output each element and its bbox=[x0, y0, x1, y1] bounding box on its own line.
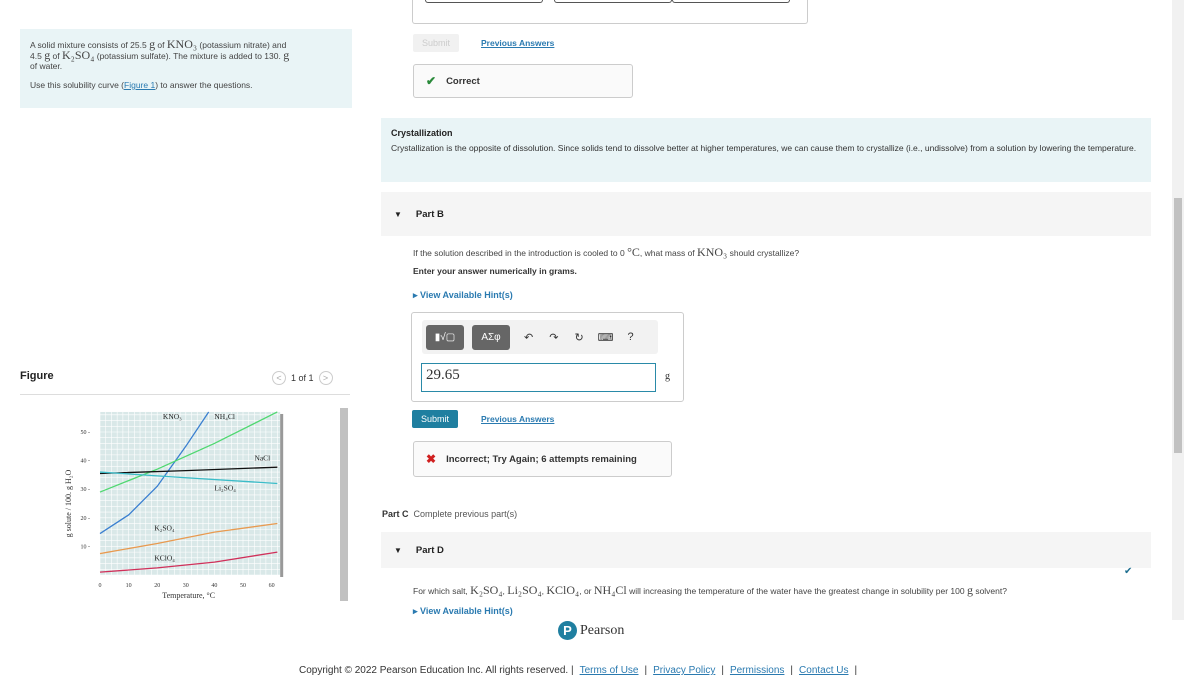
reset-icon[interactable]: ↻ bbox=[574, 331, 583, 344]
feedback-text: Incorrect; Try Again; 6 attempts remaini… bbox=[446, 453, 637, 465]
scroll-thumb[interactable] bbox=[340, 408, 348, 601]
series-label: NH₄Cl bbox=[214, 412, 235, 421]
x-axis-label: Temperature, °C bbox=[162, 591, 215, 600]
privacy-link[interactable]: Privacy Policy bbox=[653, 665, 715, 676]
symbols-button[interactable]: ΑΣφ bbox=[472, 324, 510, 350]
x-icon: ✖ bbox=[426, 452, 437, 466]
x-tick-label: 50 bbox=[240, 583, 246, 589]
divider bbox=[20, 394, 350, 395]
crystallization-text: Crystallization is the opposite of disso… bbox=[391, 143, 1137, 153]
redo-icon[interactable]: ↷ bbox=[549, 331, 558, 344]
intro-instruction: Use this solubility curve (Figure 1) to … bbox=[30, 80, 253, 90]
contact-link[interactable]: Contact Us bbox=[799, 665, 848, 676]
intro-panel: A solid mixture consists of 25.5 g of KN… bbox=[20, 29, 352, 108]
previous-answers-link[interactable]: Previous Answers bbox=[481, 38, 554, 48]
intro-text: A solid mixture consists of 25.5 g of KN… bbox=[30, 37, 290, 71]
series-label: K₂SO₄ bbox=[154, 524, 175, 533]
math-toolbar: ▮√▢ ΑΣφ ↶ ↷ ↻ ⌨ ? bbox=[422, 320, 658, 354]
y-tick-label: 40 - bbox=[81, 459, 91, 465]
terms-link[interactable]: Terms of Use bbox=[580, 665, 639, 676]
previous-answer-box bbox=[412, 0, 808, 24]
check-icon: ✔ bbox=[1124, 566, 1133, 577]
x-tick-label: 40 bbox=[211, 583, 217, 589]
y-tick-label: 20 - bbox=[81, 516, 91, 522]
page-scrollbar[interactable] bbox=[1172, 0, 1184, 620]
figure-scrollbar[interactable] bbox=[339, 398, 349, 611]
answer-box: ▮√▢ ΑΣφ ↶ ↷ ↻ ⌨ ? 29.65 g bbox=[411, 312, 684, 402]
y-tick-label: 10 - bbox=[81, 544, 91, 550]
crystallization-title: Crystallization bbox=[391, 128, 453, 138]
part-b-hint-toggle[interactable]: ▸ View Available Hint(s) bbox=[413, 290, 513, 301]
x-tick-label: 10 bbox=[126, 583, 132, 589]
feedback-text: Correct bbox=[446, 75, 480, 87]
footer: Copyright © 2022 Pearson Education Inc. … bbox=[299, 665, 858, 676]
part-b-instruction: Enter your answer numerically in grams. bbox=[413, 266, 577, 276]
series-label: Li₂SO₄ bbox=[214, 484, 236, 493]
part-d-question: For which salt, K₂SO₄, Li₂SO₄, KClO₄, or… bbox=[413, 583, 1007, 597]
correct-feedback: ✔ Correct bbox=[413, 64, 633, 98]
series-label: NaCl bbox=[254, 454, 270, 463]
templates-button[interactable]: ▮√▢ bbox=[426, 324, 464, 350]
figure-link[interactable]: Figure 1 bbox=[124, 80, 155, 90]
plot-shadow bbox=[280, 413, 284, 577]
chevron-left-icon[interactable]: < bbox=[272, 371, 286, 385]
series-label: KClO₄ bbox=[154, 554, 175, 563]
solubility-chart: 0 10 20 30 40 50 60 10 - 20 - 30 - 40 - 50 - Tempera… bbox=[64, 411, 284, 600]
pager-text: 1 of 1 bbox=[291, 373, 314, 383]
check-icon: ✔ bbox=[426, 74, 437, 88]
part-b-header[interactable]: ▼ Part B bbox=[381, 192, 1151, 236]
caret-down-icon: ▼ bbox=[394, 209, 402, 219]
submit-button[interactable]: Submit bbox=[412, 410, 459, 428]
y-tick-label: 30 - bbox=[81, 487, 91, 493]
series-label: KNO₃ bbox=[163, 412, 182, 421]
previous-answers-link-b[interactable]: Previous Answers bbox=[481, 414, 554, 424]
undo-icon[interactable]: ↶ bbox=[524, 331, 533, 344]
x-tick-label: 60 bbox=[269, 583, 275, 589]
part-c-row: Part C Complete previous part(s) bbox=[382, 509, 518, 519]
y-axis-label: g solute / 100. g H₂O bbox=[64, 469, 73, 537]
keyboard-icon[interactable]: ⌨ bbox=[598, 331, 614, 344]
x-tick-label: 0 bbox=[99, 583, 102, 589]
help-icon[interactable]: ? bbox=[628, 331, 634, 343]
permissions-link[interactable]: Permissions bbox=[730, 665, 784, 676]
y-tick-label: 50 - bbox=[81, 430, 91, 436]
incorrect-feedback: ✖ Incorrect; Try Again; 6 attempts remain… bbox=[413, 441, 672, 477]
figure-pager: < 1 of 1 > bbox=[272, 371, 333, 385]
x-tick-label: 20 bbox=[154, 583, 160, 589]
part-b-question: If the solution described in the introdu… bbox=[413, 245, 800, 259]
submit-button-disabled: Submit bbox=[413, 34, 460, 52]
figure-title: Figure bbox=[20, 370, 54, 382]
scroll-thumb[interactable] bbox=[1174, 198, 1182, 453]
plot-area bbox=[100, 411, 281, 575]
x-tick-label: 30 bbox=[183, 583, 189, 589]
unit-label: g bbox=[665, 371, 670, 382]
answer-input[interactable]: 29.65 bbox=[421, 363, 656, 392]
crystallization-panel: Crystallization Crystallization is the o… bbox=[381, 118, 1151, 182]
caret-down-icon: ▼ bbox=[394, 545, 402, 555]
chevron-right-icon[interactable]: > bbox=[318, 371, 333, 385]
pearson-logo-icon: P bbox=[558, 621, 577, 640]
pearson-logo: P Pearson bbox=[558, 621, 624, 640]
part-d-hint-toggle[interactable]: ▸ View Available Hint(s) bbox=[413, 606, 513, 617]
part-d-header[interactable]: ▼ Part D bbox=[381, 532, 1151, 568]
